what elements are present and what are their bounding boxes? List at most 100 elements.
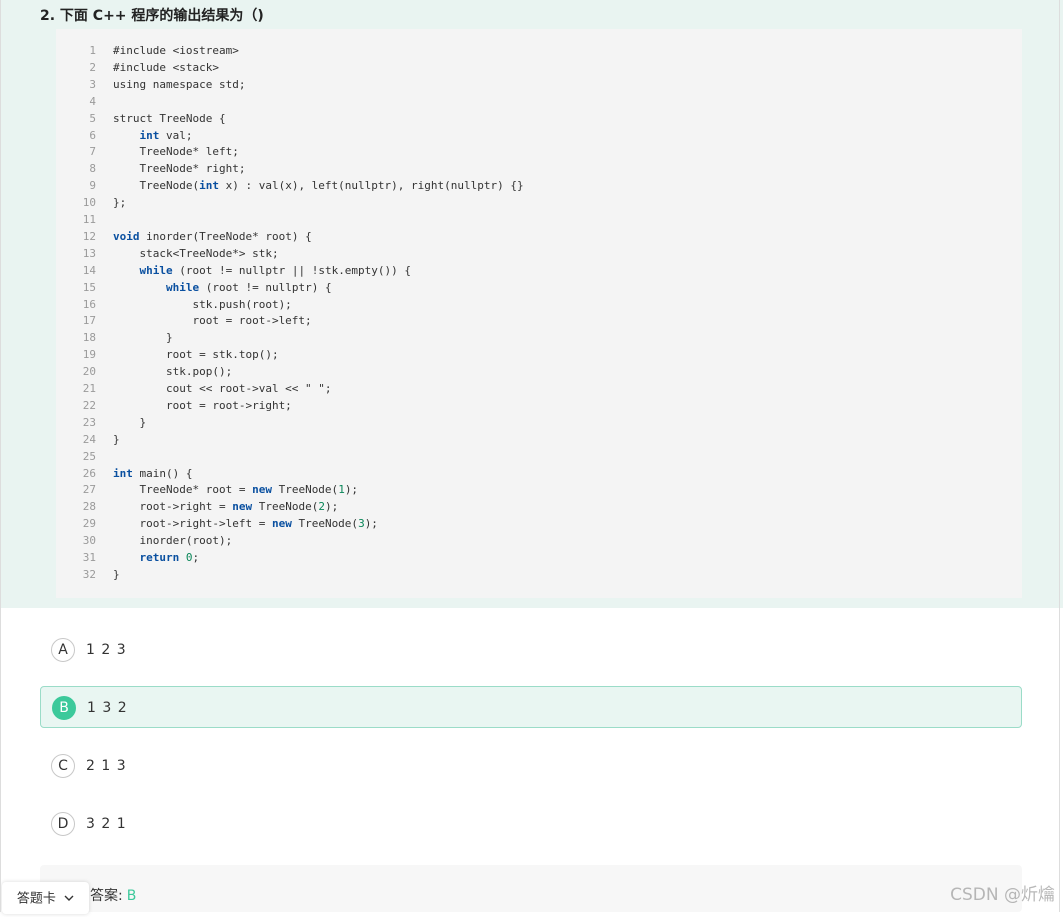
code-keyword: void — [113, 229, 140, 243]
code-line: 19 root = stk.top(); — [56, 346, 279, 363]
code-line: 26 int main() { — [56, 465, 193, 482]
code-text: } — [113, 431, 120, 448]
code-token: } — [113, 331, 173, 345]
code-token: } — [113, 567, 120, 581]
code-line: 10}; — [56, 194, 127, 211]
code-token: cout << root->val << " "; — [113, 382, 332, 395]
code-token: ; — [192, 551, 200, 564]
code-keyword: int — [113, 466, 133, 480]
line-number: 7 — [89, 145, 96, 159]
answer-card-button[interactable]: 答题卡 — [2, 882, 89, 914]
code-line: 30 inorder(root); — [56, 532, 232, 549]
code-line: 27 TreeNode* root = new TreeNode(1); — [56, 481, 358, 498]
line-number: 25 — [82, 449, 96, 463]
code-text: #include <stack> — [113, 59, 219, 76]
option-b[interactable]: B 1 3 2 — [40, 686, 1022, 728]
option-d-letter: D — [51, 812, 75, 836]
line-number: 30 — [82, 534, 96, 548]
code-token: TreeNode( — [271, 483, 339, 497]
code-text: TreeNode* right; — [113, 160, 245, 177]
code-token: root->right = — [113, 500, 233, 514]
code-text: while (root != nullptr) { — [113, 279, 332, 296]
code-text: } — [113, 414, 146, 431]
code-token: root = root->left; — [113, 314, 312, 328]
code-keyword: new — [271, 517, 292, 531]
code-text: stk.pop(); — [113, 363, 232, 380]
line-number: 28 — [82, 500, 96, 514]
line-number: 27 — [82, 483, 96, 497]
code-text: }; — [113, 194, 126, 211]
code-text: } — [113, 329, 173, 346]
line-number: 29 — [82, 517, 96, 531]
line-number: 20 — [82, 365, 96, 379]
code-token: } — [113, 432, 120, 446]
code-token: using namespace std; — [113, 77, 246, 91]
line-number: 5 — [89, 111, 96, 125]
code-number: 0 — [185, 551, 193, 564]
code-token: TreeNode* right; — [113, 162, 246, 176]
line-number: 23 — [82, 415, 96, 429]
code-text: root->right = new TreeNode(2); — [113, 498, 338, 515]
code-token: inorder(TreeNode* root) { — [139, 229, 312, 243]
code-line: 28 root->right = new TreeNode(2); — [56, 498, 338, 515]
code-text: root = stk.top(); — [113, 346, 279, 363]
code-keyword: while — [165, 280, 200, 294]
code-token: } — [113, 415, 147, 429]
option-a-letter: A — [51, 638, 75, 662]
code-text: root = root->right; — [113, 397, 292, 414]
code-line: 31 return 0; — [56, 549, 199, 566]
option-d[interactable]: D 3 2 1 — [40, 803, 1022, 845]
code-token: TreeNode( — [252, 500, 319, 514]
line-number: 24 — [82, 432, 96, 446]
line-number: 21 — [82, 382, 96, 395]
code-block: 1 #include <iostream> 2 #include <stack> 3 us… — [56, 29, 1022, 598]
code-token: (root != nullptr || !stk.empty()) { — [172, 263, 412, 277]
code-keyword: int — [139, 128, 160, 142]
code-line: 32} — [56, 566, 120, 583]
code-text: TreeNode* left; — [113, 143, 238, 160]
code-line: 24} — [56, 431, 120, 448]
chevron-down-icon — [64, 882, 74, 916]
left-divider — [0, 0, 1, 912]
line-number: 4 — [89, 94, 96, 108]
option-c-letter: C — [51, 754, 75, 778]
line-number: 12 — [82, 229, 96, 243]
code-line: 25 — [56, 448, 113, 465]
code-text: stk.push(root); — [113, 296, 292, 313]
line-number: 26 — [82, 466, 96, 480]
code-token: x) : val(x), left(nullptr), right(nullpt… — [218, 179, 524, 193]
answer-card-label: 答题卡 — [16, 891, 56, 907]
code-token: stk.pop(); — [113, 365, 233, 379]
code-keyword: new — [232, 500, 253, 514]
code-token: val; — [159, 128, 193, 142]
line-number: 15 — [82, 280, 96, 294]
code-text: int val; — [113, 127, 193, 144]
code-token: struct TreeNode { — [113, 111, 226, 125]
code-line: 1 #include <iostream> — [56, 42, 238, 59]
code-keyword: while — [139, 263, 173, 277]
line-number: 32 — [82, 567, 96, 581]
code-line: 3 using namespace std; — [56, 76, 245, 93]
code-text: } — [113, 566, 120, 583]
code-token: (root != nullptr) { — [199, 280, 332, 294]
answer-row: 答案: B — [90, 885, 136, 905]
option-c[interactable]: C 2 1 3 — [40, 745, 1022, 787]
code-token: stk.push(root); — [113, 297, 292, 311]
code-line: 21 cout << root->val << " "; — [56, 380, 332, 397]
code-text: cout << root->val << " "; — [113, 380, 332, 397]
code-text: TreeNode(int x) : val(x), left(nullptr),… — [113, 177, 524, 194]
code-text: while (root != nullptr || !stk.empty()) … — [113, 262, 412, 279]
option-d-text: 3 2 1 — [86, 816, 126, 832]
option-a[interactable]: A 1 2 3 — [40, 629, 1022, 671]
code-token: root->right->left = — [113, 517, 272, 531]
code-token: main() { — [132, 466, 193, 480]
option-b-letter: B — [52, 696, 76, 720]
code-line: 23 } — [56, 414, 146, 431]
code-token: }; — [113, 196, 127, 210]
code-token: ); — [344, 483, 359, 497]
code-text: inorder(root); — [113, 532, 232, 549]
